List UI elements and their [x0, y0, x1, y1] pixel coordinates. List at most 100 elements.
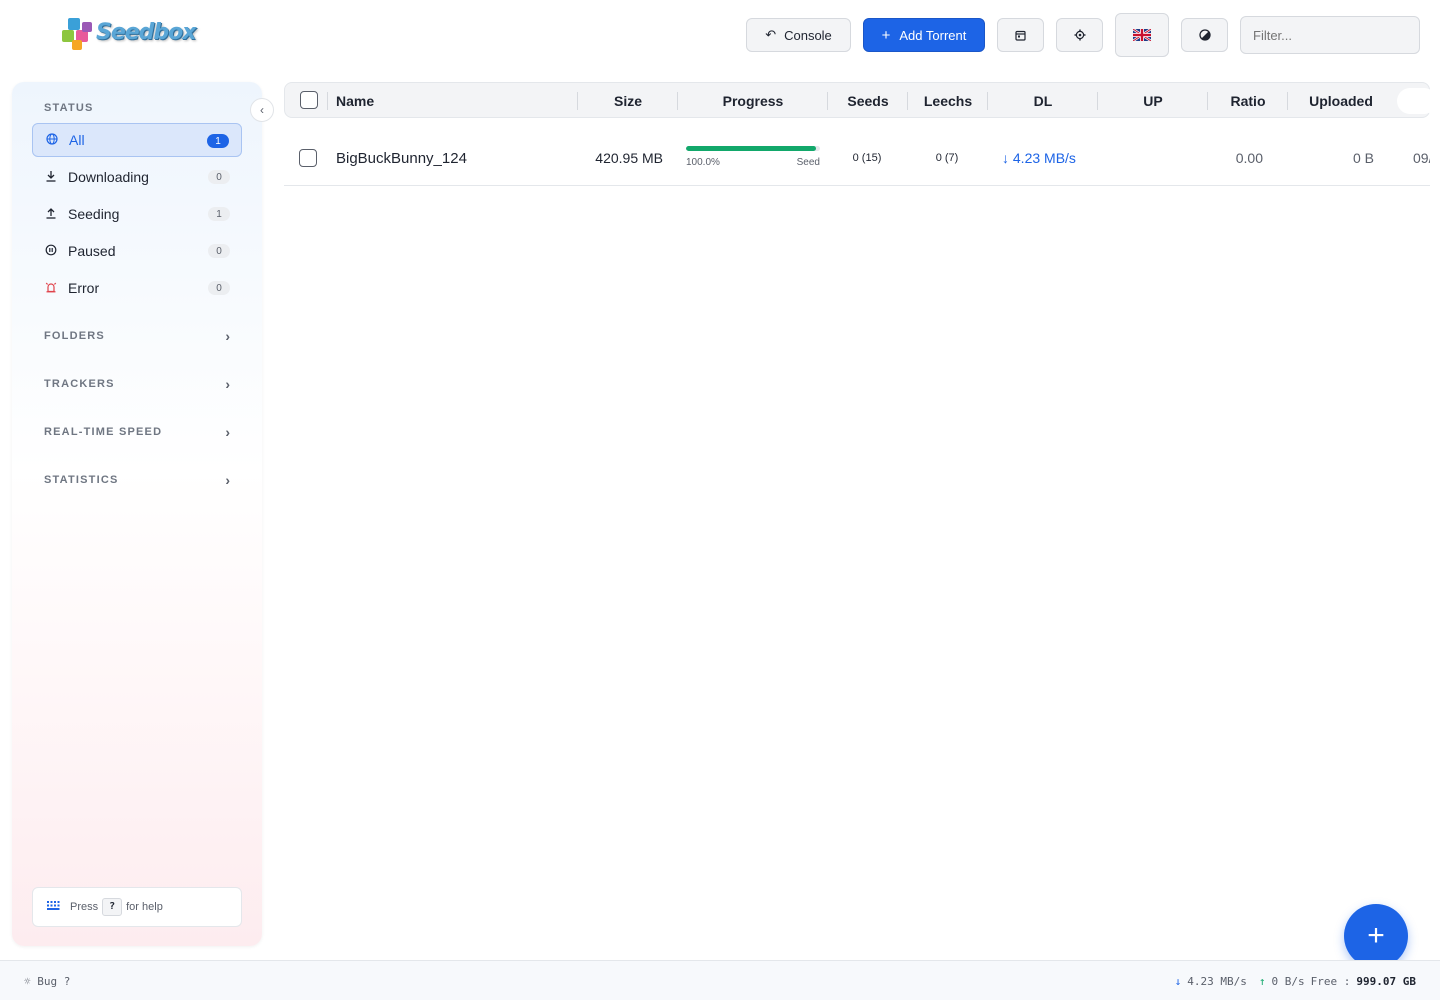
column-header-seeds[interactable]: Seeds	[828, 83, 908, 119]
column-header-up[interactable]: UP	[1098, 83, 1208, 119]
column-header-uploaded[interactable]: Uploaded	[1288, 83, 1394, 119]
column-divider	[327, 92, 328, 110]
status-count-badge: 0	[208, 170, 230, 184]
free-space-value: 999.07 GB	[1356, 975, 1416, 988]
plus-icon: +	[881, 26, 891, 44]
upload-arrow-icon: ↑	[1258, 975, 1266, 988]
status-item-error[interactable]: Error 0	[32, 271, 242, 305]
top-bar: Seedbox ↶ Console + Add Torrent	[0, 0, 1440, 72]
status-count-badge: 1	[207, 134, 229, 148]
help-prefix: Press	[70, 901, 99, 913]
progress-percent: 100.0%	[686, 157, 720, 168]
status-item-all[interactable]: All 1	[32, 123, 242, 157]
section-label: STATISTICS	[44, 474, 119, 486]
add-torrent-button[interactable]: + Add Torrent	[863, 18, 985, 52]
global-ul-speed: 0 B/s	[1271, 975, 1305, 988]
download-arrow-icon: ↓	[1174, 975, 1182, 988]
statistics-section-toggle[interactable]: STATISTICS ›	[44, 470, 230, 490]
keyboard-icon	[47, 900, 60, 914]
settings-button[interactable]	[1056, 18, 1103, 52]
calendar-button[interactable]	[997, 18, 1044, 52]
status-item-label: Downloading	[68, 169, 149, 185]
chevron-right-icon: ›	[225, 472, 230, 488]
folders-section-toggle[interactable]: FOLDERS ›	[44, 326, 230, 346]
language-button[interactable]	[1115, 13, 1169, 57]
upload-icon	[44, 207, 58, 222]
uk-flag-icon	[1133, 29, 1151, 41]
download-icon	[44, 170, 58, 185]
row-checkbox[interactable]	[299, 149, 317, 167]
plus-icon: +	[1367, 919, 1385, 952]
status-count-badge: 1	[208, 207, 230, 221]
status-count-badge: 0	[208, 244, 230, 258]
progress-fill	[686, 146, 816, 151]
torrent-name: BigBuckBunny_124	[336, 149, 467, 167]
calendar-icon	[1015, 30, 1026, 41]
progress-state: Seed	[796, 157, 820, 168]
status-list: All 1 Downloading 0 Seeding 1 Paused 0 E…	[32, 123, 242, 308]
table-header: Name Size Progress Seeds Leechs DL UP Ra…	[284, 82, 1437, 119]
status-item-seeding[interactable]: Seeding 1	[32, 197, 242, 231]
status-item-label: All	[69, 132, 85, 148]
seedbox-logo[interactable]: Seedbox	[60, 14, 200, 54]
column-header-dl[interactable]: DL	[988, 83, 1098, 119]
column-header-name[interactable]: Name	[336, 83, 556, 119]
torrent-ratio: 0.00	[1235, 150, 1263, 166]
trackers-section-toggle[interactable]: TRACKERS ›	[44, 374, 230, 394]
torrent-added-date: 09/0	[1413, 150, 1430, 166]
column-scroll-handle[interactable]	[1397, 88, 1437, 114]
console-label: Console	[784, 27, 832, 43]
status-item-label: Error	[68, 280, 100, 296]
gear-icon	[1074, 29, 1085, 41]
chevron-right-icon: ›	[225, 376, 230, 392]
section-label: REAL-TIME SPEED	[44, 426, 163, 438]
status-item-paused[interactable]: Paused 0	[32, 234, 242, 268]
torrent-size: 420.95 MB	[595, 150, 663, 166]
sidebar: STATUS All 1 Downloading 0 Seeding 1 Pau…	[12, 82, 262, 946]
filter-input[interactable]	[1240, 16, 1420, 54]
keyboard-help-hint: Press ? for help	[32, 887, 242, 927]
column-header-size[interactable]: Size	[578, 83, 678, 119]
status-item-downloading[interactable]: Downloading 0	[32, 160, 242, 194]
section-label: FOLDERS	[44, 330, 105, 342]
collapse-sidebar-button[interactable]: ‹	[250, 98, 274, 122]
global-dl-speed: 4.23 MB/s	[1187, 975, 1247, 988]
status-section-title: STATUS	[44, 102, 94, 114]
chevron-left-icon: ‹	[260, 103, 264, 117]
logo-blocks-icon	[60, 16, 96, 52]
transfer-summary: ↓ 4.23 MB/s ↑ 0 B/s Free : 999.07 GB	[1175, 975, 1416, 988]
torrent-uploaded: 0 B	[1352, 150, 1374, 166]
torrent-seeds: 0 (15)	[852, 152, 882, 164]
section-label: TRACKERS	[44, 378, 115, 390]
torrent-leechs: 0 (7)	[935, 152, 959, 164]
globe-icon	[45, 132, 59, 148]
pause-icon	[44, 244, 58, 259]
console-button[interactable]: ↶ Console	[746, 18, 851, 52]
status-bar: ☼ Bug ? ↓ 4.23 MB/s ↑ 0 B/s Free : 999.0…	[0, 960, 1440, 1000]
add-torrent-label: Add Torrent	[899, 27, 967, 43]
bug-label: Bug ?	[37, 975, 71, 988]
column-header-leechs[interactable]: Leechs	[908, 83, 988, 119]
free-space-label: Free :	[1310, 975, 1351, 988]
select-all-checkbox[interactable]	[300, 91, 318, 109]
progress-bar	[686, 146, 820, 151]
logo-text: Seedbox	[96, 20, 196, 45]
status-item-label: Paused	[68, 243, 116, 259]
realtime-speed-section-toggle[interactable]: REAL-TIME SPEED ›	[44, 422, 230, 442]
status-item-label: Seeding	[68, 206, 120, 222]
torrent-dl-speed: ↓ 4.23 MB/s	[1002, 150, 1076, 166]
help-suffix: for help	[126, 901, 163, 913]
theme-toggle-button[interactable]	[1181, 18, 1228, 52]
column-header-progress[interactable]: Progress	[678, 83, 828, 119]
column-header-ratio[interactable]: Ratio	[1208, 83, 1288, 119]
chevron-right-icon: ›	[225, 328, 230, 344]
torrent-up-speed	[1097, 132, 1207, 184]
bug-icon: ☼	[24, 975, 31, 988]
status-count-badge: 0	[208, 281, 230, 295]
bug-report-link[interactable]: ☼ Bug ?	[24, 975, 70, 988]
contrast-icon	[1198, 29, 1211, 41]
alarm-icon	[44, 281, 58, 296]
table-row[interactable]: BigBuckBunny_124 420.95 MB 100.0% Seed 0…	[284, 132, 1430, 186]
add-torrent-fab[interactable]: +	[1344, 904, 1408, 968]
undo-icon: ↶	[765, 27, 777, 42]
